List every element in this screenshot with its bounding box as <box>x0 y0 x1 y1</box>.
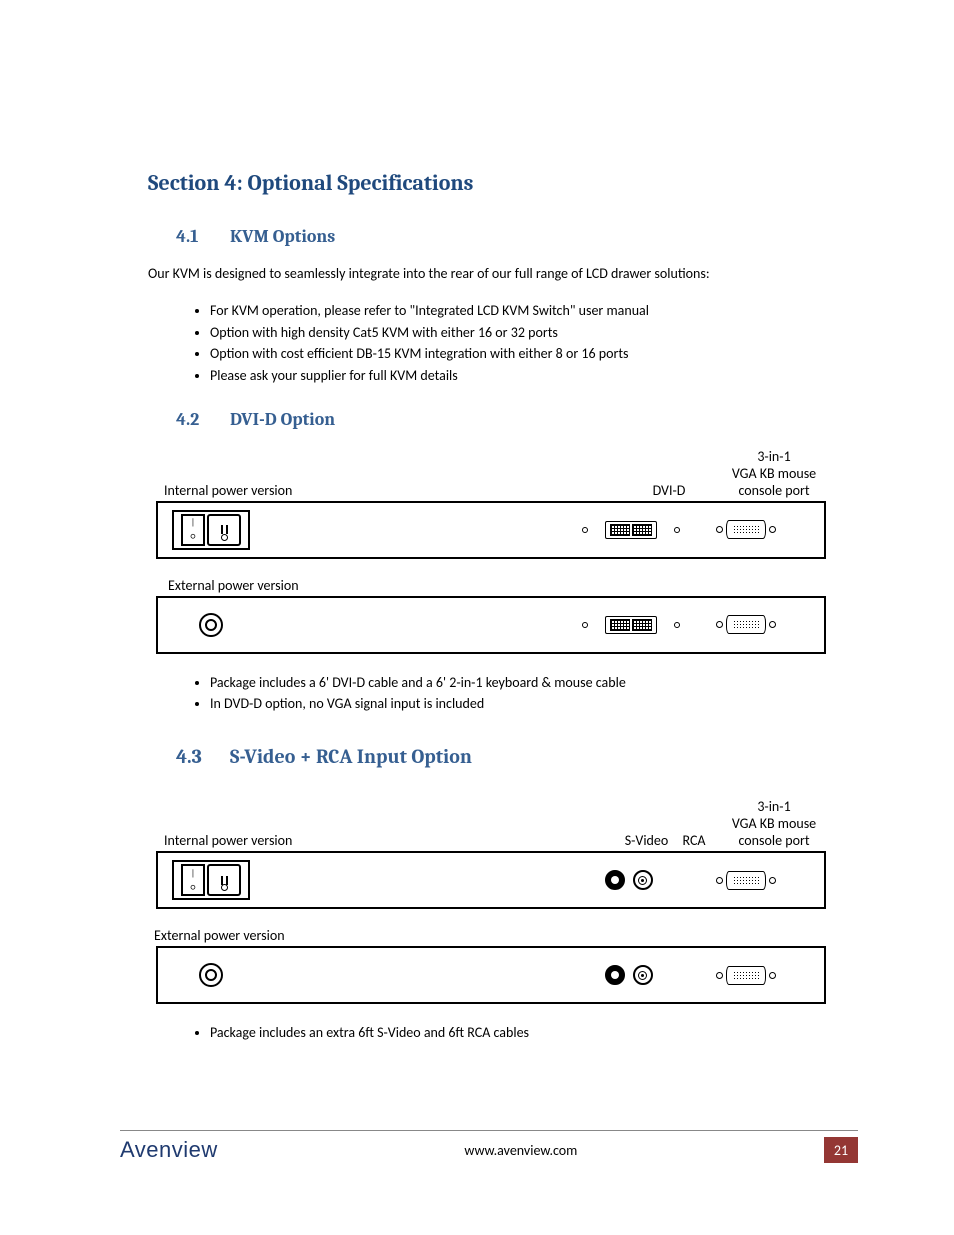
dc-jack-icon <box>199 613 223 637</box>
brand-logo: Avenview <box>120 1137 218 1163</box>
panel-dvid-external <box>156 596 826 654</box>
s41-bullets: For KVM operation, please refer to "Inte… <box>148 300 834 387</box>
label-external-power: External power version <box>168 577 834 594</box>
dc-jack-icon <box>199 963 223 987</box>
vga-port-icon <box>686 966 806 985</box>
svideo-port-icon <box>605 870 625 890</box>
heading-4-1-title: KVM Options <box>230 226 335 247</box>
page-footer: Avenview www.avenview.com 21 <box>120 1130 858 1163</box>
heading-4-2-num: 4.2 <box>176 409 230 430</box>
list-item: Please ask your supplier for full KVM de… <box>210 365 834 387</box>
vga-port-icon <box>686 871 806 890</box>
panel-svideo-internal: |○ <box>156 851 826 909</box>
rca-port-icon <box>633 965 653 985</box>
label-external-power: External power version <box>154 927 834 944</box>
label-console-port: 3-in-1 VGA KB mouse console port <box>714 448 834 499</box>
s43-labels-row1: Internal power version S-Video RCA 3-in-… <box>164 798 834 849</box>
rca-port-icon <box>633 870 653 890</box>
list-item: Package includes a 6' DVI-D cable and a … <box>210 672 834 694</box>
heading-4-1: 4.1KVM Options <box>176 226 834 247</box>
section-title: Section 4: Optional Specifications <box>148 170 834 196</box>
dvi-d-port-icon <box>586 615 676 635</box>
label-internal-power: Internal power version <box>164 482 464 499</box>
footer-url: www.avenview.com <box>218 1142 824 1159</box>
s42-labels-row1: Internal power version DVI-D 3-in-1 VGA … <box>164 448 834 499</box>
heading-4-2: 4.2DVI-D Option <box>176 409 834 430</box>
s41-intro: Our KVM is designed to seamlessly integr… <box>148 265 834 282</box>
list-item: In DVD-D option, no VGA signal input is … <box>210 693 834 715</box>
list-item: For KVM operation, please refer to "Inte… <box>210 300 834 322</box>
iec-power-icon: |○ <box>172 510 250 550</box>
heading-4-3-title: S-Video + RCA Input Option <box>230 745 472 768</box>
label-rca: RCA <box>674 832 714 849</box>
vga-port-icon <box>686 520 806 539</box>
list-item: Package includes an extra 6ft S-Video an… <box>210 1022 834 1044</box>
iec-power-icon: |○ <box>172 860 250 900</box>
heading-4-3-num: 4.3 <box>176 745 230 768</box>
heading-4-1-num: 4.1 <box>176 226 230 247</box>
list-item: Option with cost efficient DB-15 KVM int… <box>210 343 834 365</box>
panel-dvid-internal: |○ <box>156 501 826 559</box>
label-svideo: S-Video <box>619 832 674 849</box>
heading-4-2-title: DVI-D Option <box>230 409 335 430</box>
list-item: Option with high density Cat5 KVM with e… <box>210 322 834 344</box>
label-dvid: DVI-D <box>624 482 714 499</box>
panel-svideo-external <box>156 946 826 1004</box>
page-number: 21 <box>824 1137 858 1163</box>
dvi-d-port-icon <box>586 520 676 540</box>
s43-bullets: Package includes an extra 6ft S-Video an… <box>148 1022 834 1044</box>
svideo-port-icon <box>605 965 625 985</box>
label-console-port: 3-in-1 VGA KB mouse console port <box>714 798 834 849</box>
heading-4-3: 4.3S-Video + RCA Input Option <box>176 745 834 768</box>
vga-port-icon <box>686 615 806 634</box>
label-internal-power: Internal power version <box>164 832 464 849</box>
s42-bullets: Package includes a 6' DVI-D cable and a … <box>148 672 834 715</box>
